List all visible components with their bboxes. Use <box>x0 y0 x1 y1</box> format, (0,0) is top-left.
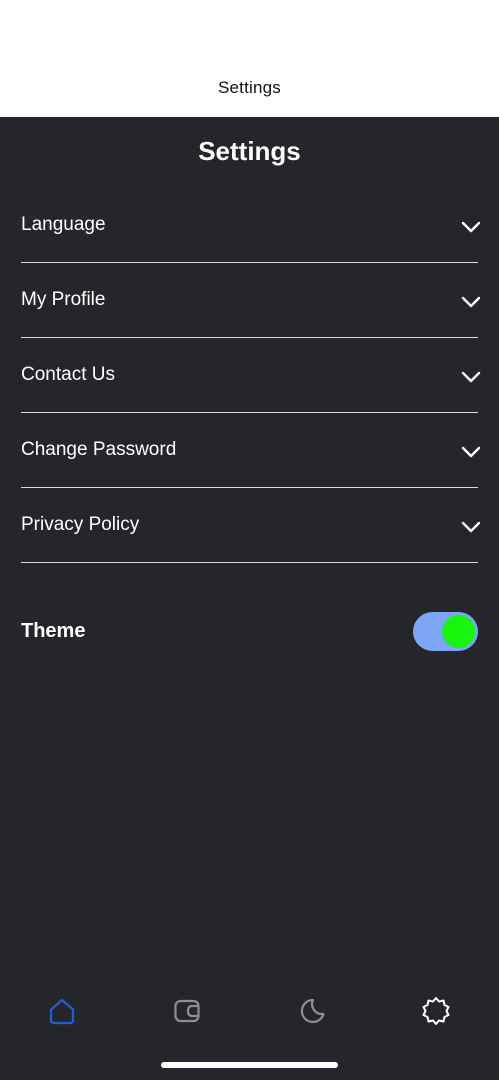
settings-item-privacy-policy[interactable]: Privacy Policy <box>21 488 481 563</box>
settings-item-label: Language <box>21 214 106 235</box>
tab-settings[interactable] <box>418 993 454 1029</box>
chevron-down-icon <box>461 296 481 308</box>
settings-item-label: My Profile <box>21 289 106 310</box>
settings-item-label: Contact Us <box>21 364 115 385</box>
page-title: Settings <box>198 136 301 166</box>
theme-label: Theme <box>21 620 86 642</box>
settings-item-language[interactable]: Language <box>21 188 481 263</box>
wallet-icon <box>174 999 200 1023</box>
moon-icon <box>300 998 325 1024</box>
settings-item-label: Privacy Policy <box>21 514 140 535</box>
chevron-down-icon <box>461 221 481 233</box>
settings-item-contact-us[interactable]: Contact Us <box>21 338 481 413</box>
settings-item-my-profile[interactable]: My Profile <box>21 263 481 338</box>
theme-row: Theme <box>21 608 478 654</box>
tab-home[interactable] <box>44 993 80 1029</box>
chevron-down-icon <box>461 446 481 458</box>
settings-item-label: Change Password <box>21 439 177 460</box>
navigation-bar: Settings <box>0 0 499 117</box>
home-icon <box>49 998 75 1025</box>
chevron-down-icon <box>461 371 481 383</box>
nav-title: Settings <box>217 78 282 97</box>
gear-icon <box>422 997 450 1025</box>
home-indicator <box>161 1062 338 1068</box>
settings-list: Language My Profile Contact Us Change Pa… <box>21 188 481 563</box>
toggle-knob <box>442 615 475 648</box>
tab-bar <box>0 985 499 1037</box>
settings-item-change-password[interactable]: Change Password <box>21 413 481 488</box>
chevron-down-icon <box>461 521 481 533</box>
tab-wallet[interactable] <box>169 993 205 1029</box>
theme-toggle[interactable] <box>413 612 478 651</box>
tab-theme[interactable] <box>294 993 330 1029</box>
